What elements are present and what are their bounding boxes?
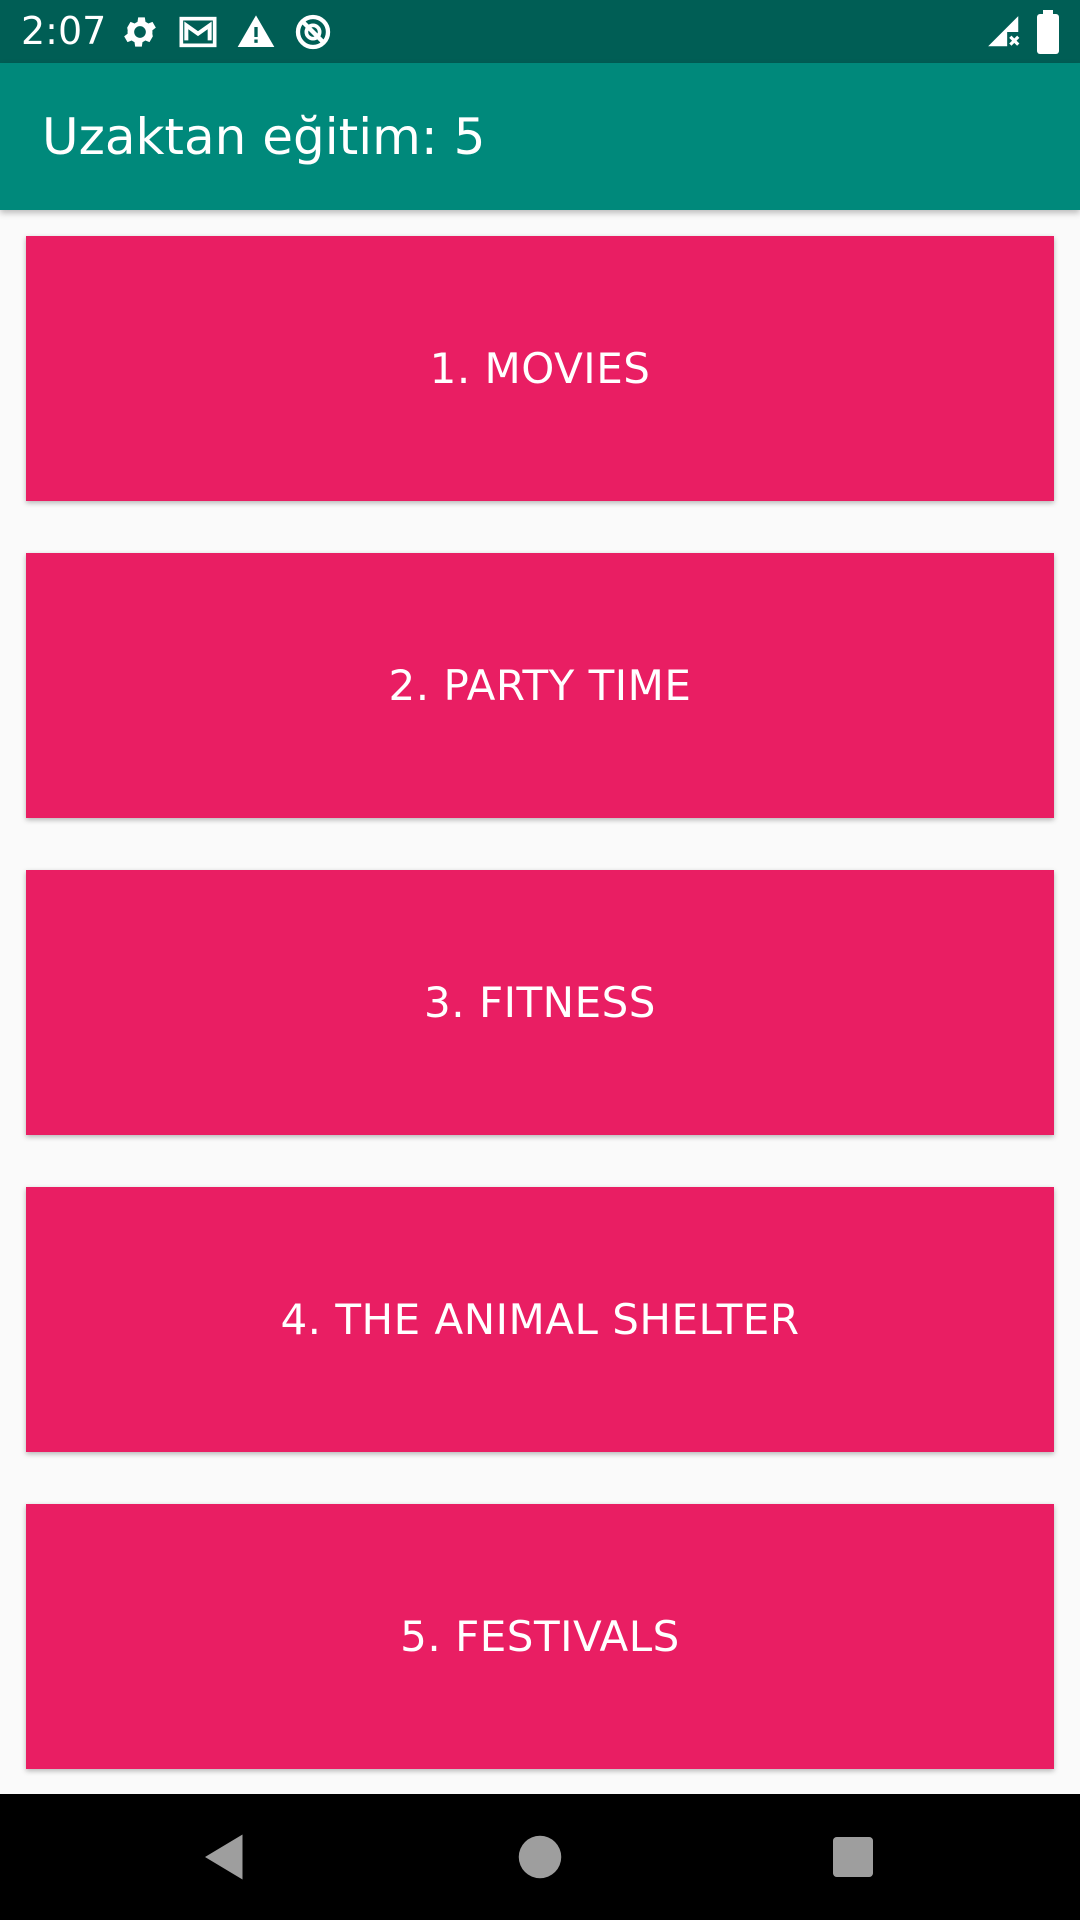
navigation-bar — [0, 1794, 1080, 1920]
battery-icon — [1035, 10, 1061, 54]
screen: 2:07 Uzaktan eğitim: 5 1. MOVIES 2. PART… — [0, 0, 1080, 1920]
menu-button-party-time[interactable]: 2. PARTY TIME — [26, 553, 1054, 818]
page-title: Uzaktan eğitim: 5 — [42, 108, 486, 166]
menu-button-movies[interactable]: 1. MOVIES — [26, 236, 1054, 501]
signal-no-data-icon — [985, 12, 1023, 52]
status-time: 2:07 — [21, 9, 107, 53]
back-icon[interactable] — [195, 1827, 255, 1887]
content-area: 1. MOVIES 2. PARTY TIME 3. FITNESS 4. TH… — [0, 210, 1080, 1794]
home-icon[interactable] — [510, 1827, 570, 1887]
menu-button-festivals[interactable]: 5. FESTIVALS — [26, 1504, 1054, 1769]
recents-icon[interactable] — [823, 1827, 883, 1887]
warning-icon — [236, 12, 276, 52]
menu-list: 1. MOVIES 2. PARTY TIME 3. FITNESS 4. TH… — [26, 236, 1054, 1821]
menu-button-fitness[interactable]: 3. FITNESS — [26, 870, 1054, 1135]
app-bar: Uzaktan eğitim: 5 — [0, 63, 1080, 210]
status-bar: 2:07 — [0, 0, 1080, 63]
gmail-icon — [177, 12, 219, 52]
gear-icon — [120, 12, 160, 52]
menu-button-animal-shelter[interactable]: 4. THE ANIMAL SHELTER — [26, 1187, 1054, 1452]
do-not-disturb-icon — [293, 12, 333, 52]
